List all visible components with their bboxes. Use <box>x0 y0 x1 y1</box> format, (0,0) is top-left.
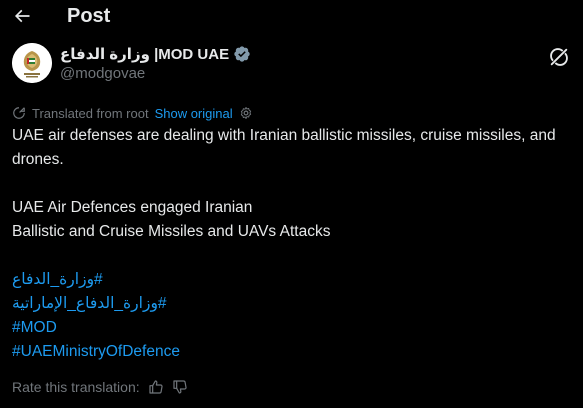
top-bar: Post <box>0 0 583 36</box>
translated-label: Translated from root <box>32 105 149 121</box>
back-button[interactable] <box>8 2 36 30</box>
thumbs-down-button[interactable] <box>172 379 188 395</box>
translate-icon <box>13 107 25 119</box>
grok-button[interactable] <box>548 46 570 68</box>
hashtag-link[interactable]: #وزارة_الدفاع_الإماراتية <box>12 292 572 316</box>
rate-translation: Rate this translation: <box>12 377 188 397</box>
post-body: UAE air defenses are dealing with Irania… <box>12 124 572 364</box>
post-text-line: UAE Air Defences engaged Iranian <box>12 199 253 216</box>
thumbs-up-button[interactable] <box>148 379 164 395</box>
post-text-line: UAE air defenses are dealing with Irania… <box>12 127 556 168</box>
mod-emblem-icon <box>12 43 52 83</box>
translation-notice: Translated from root Show original <box>12 104 253 122</box>
author-name-row[interactable]: وزارة الدفاع |MOD UAE <box>60 45 251 63</box>
thumbs-up-icon <box>149 380 163 394</box>
post-author: وزارة الدفاع |MOD UAE @modgovae <box>12 43 572 91</box>
post-text-line: Ballistic and Cruise Missiles and UAVs A… <box>12 223 331 240</box>
arrow-left-icon <box>14 9 30 23</box>
author-handle[interactable]: @modgovae <box>60 65 145 82</box>
hashtag-link[interactable]: #UAEMinistryOfDefence <box>12 340 572 364</box>
page-title: Post <box>67 5 111 27</box>
grok-icon <box>550 48 568 66</box>
thumbs-down-icon <box>173 380 187 394</box>
hashtag-link[interactable]: #وزارة_الدفاع <box>12 268 572 292</box>
gear-icon <box>240 106 251 120</box>
hashtag-link[interactable]: #MOD <box>12 316 572 340</box>
rate-translation-label: Rate this translation: <box>12 379 140 395</box>
verified-badge-icon <box>234 46 250 62</box>
translation-settings-button[interactable] <box>239 106 253 120</box>
show-original-link[interactable]: Show original <box>155 106 233 121</box>
author-display-name[interactable]: وزارة الدفاع |MOD UAE <box>60 45 229 63</box>
avatar[interactable] <box>12 43 52 83</box>
